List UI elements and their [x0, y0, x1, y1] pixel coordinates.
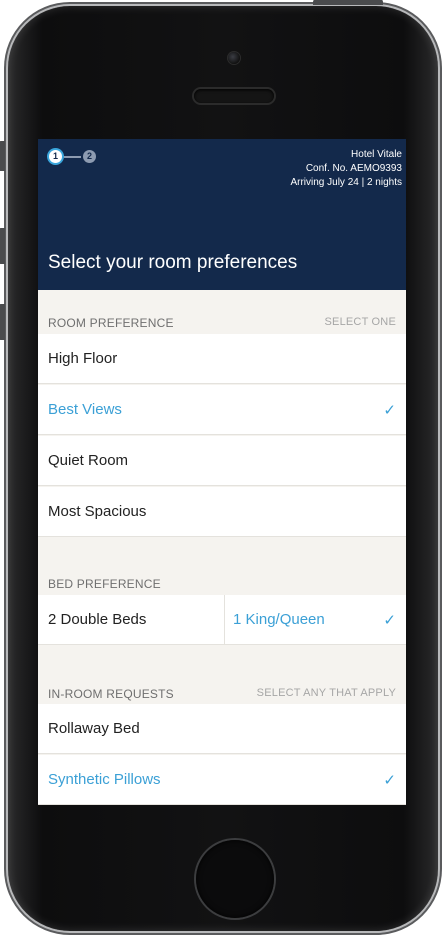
bed-preference-row: 2 Double Beds 1 King/Queen ✓ — [38, 595, 406, 645]
front-camera — [228, 52, 240, 64]
option-1-king-queen[interactable]: 1 King/Queen ✓ — [225, 595, 406, 644]
option-label: 1 King/Queen — [233, 611, 325, 628]
section-title: ROOM PREFERENCE — [48, 316, 174, 330]
section-title: IN-ROOM REQUESTS — [48, 687, 174, 701]
option-label: Best Views — [48, 401, 122, 418]
option-synthetic-pillows[interactable]: Synthetic Pillows ✓ — [38, 755, 406, 805]
checkmark-icon: ✓ — [383, 402, 396, 419]
header: 1 2 Hotel Vitale Conf. No. AEMO9393 Arri… — [38, 139, 406, 290]
step-indicator-2: 2 — [83, 150, 96, 163]
bed-preference-header: BED PREFERENCE — [38, 566, 406, 598]
step-indicator-1: 1 — [49, 150, 62, 163]
checkmark-icon: ✓ — [383, 772, 396, 789]
room-preference-header: ROOM PREFERENCE SELECT ONE — [38, 305, 406, 337]
checkmark-icon: ✓ — [383, 612, 396, 629]
hotel-name: Hotel Vitale — [351, 149, 402, 160]
step-connector — [64, 156, 81, 158]
volume-up-button — [0, 228, 5, 264]
section-hint: SELECT ANY THAT APPLY — [256, 687, 396, 699]
volume-down-button — [0, 304, 5, 340]
option-label: Quiet Room — [48, 452, 129, 469]
earpiece-speaker — [194, 89, 274, 103]
section-hint: SELECT ONE — [324, 316, 396, 328]
confirmation-number: Conf. No. AEMO9393 — [305, 163, 402, 174]
option-most-spacious[interactable]: Most Spacious — [38, 487, 406, 537]
option-quiet-room[interactable]: Quiet Room — [38, 436, 406, 486]
option-2-double-beds[interactable]: 2 Double Beds — [38, 595, 224, 644]
page-title: Select your room preferences — [48, 252, 298, 273]
section-title: BED PREFERENCE — [48, 577, 161, 591]
option-label: High Floor — [48, 350, 118, 367]
booking-info: Hotel Vitale Conf. No. AEMO9393 Arriving… — [290, 148, 402, 190]
option-best-views[interactable]: Best Views ✓ — [38, 385, 406, 435]
option-label: Synthetic Pillows — [48, 771, 161, 788]
option-label: 2 Double Beds — [48, 611, 147, 628]
arrival-info: Arriving July 24 | 2 nights — [290, 177, 402, 188]
option-label: Rollaway Bed — [48, 720, 140, 737]
option-high-floor[interactable]: High Floor — [38, 334, 406, 384]
option-rollaway-bed[interactable]: Rollaway Bed — [38, 704, 406, 754]
app-screen: 1 2 Hotel Vitale Conf. No. AEMO9393 Arri… — [38, 139, 406, 805]
home-button[interactable] — [196, 840, 274, 918]
option-label: Most Spacious — [48, 503, 147, 520]
power-button — [313, 0, 383, 5]
mute-switch — [0, 141, 5, 171]
